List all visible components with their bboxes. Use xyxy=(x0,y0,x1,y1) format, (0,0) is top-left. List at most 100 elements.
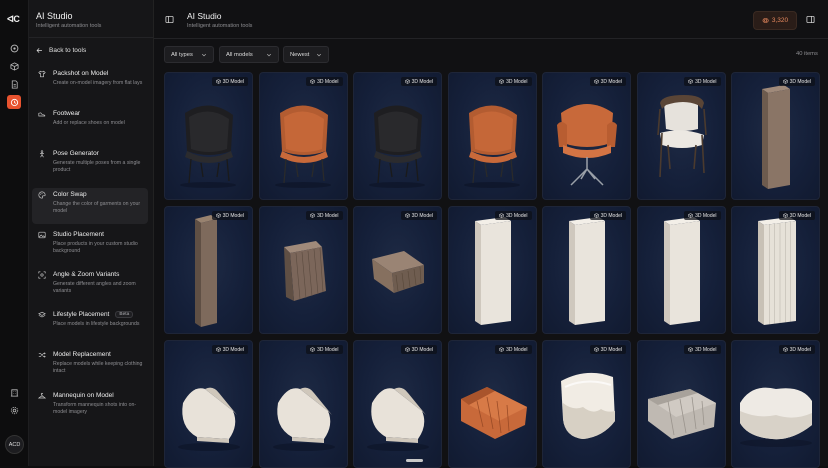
credits-badge[interactable]: 3,320 xyxy=(753,11,797,30)
3d-model-tag: 3D Model xyxy=(306,345,343,354)
cube-icon xyxy=(310,347,315,352)
3d-model-tag: 3D Model xyxy=(778,77,815,86)
tool-item[interactable]: Packshot on Model Create on-model imagery… xyxy=(32,67,148,103)
tool-item[interactable]: Angle & Zoom Variants Generate different … xyxy=(32,268,148,304)
type-filter-dropdown[interactable]: All types xyxy=(164,46,214,63)
3d-model-tag: 3D Model xyxy=(211,345,248,354)
scroll-indicator[interactable] xyxy=(406,459,423,462)
model-card[interactable]: 3D Model xyxy=(542,206,631,334)
product-thumbnail xyxy=(195,215,217,327)
product-thumbnail xyxy=(758,217,796,325)
tool-description: Transform mannequin shots into on-model … xyxy=(53,401,137,415)
models-filter-dropdown[interactable]: All models xyxy=(219,46,279,63)
layers-icon xyxy=(38,311,46,319)
cube-icon xyxy=(310,213,315,218)
tool-item[interactable]: Mannequin on Model Transform mannequin sh… xyxy=(32,389,148,425)
settings-icon[interactable] xyxy=(7,403,21,417)
model-card[interactable]: 3D Model xyxy=(731,72,820,200)
model-card[interactable]: 3D Model xyxy=(731,340,820,468)
product-thumbnail xyxy=(474,217,511,325)
tool-item[interactable]: Pose Generator Generate multiple poses fr… xyxy=(32,147,148,183)
tag-label: 3D Model xyxy=(695,212,717,219)
model-card[interactable]: 3D Model xyxy=(258,340,348,468)
model-card[interactable]: 3D Model xyxy=(258,206,348,334)
panel-right-icon[interactable] xyxy=(806,15,815,24)
cube-icon xyxy=(593,79,599,84)
building-icon[interactable] xyxy=(7,385,21,399)
model-card[interactable]: 3D Model xyxy=(636,72,726,200)
person-icon xyxy=(38,150,46,158)
cube-icon xyxy=(404,347,410,352)
tag-label: 3D Model xyxy=(222,212,244,219)
document-icon[interactable] xyxy=(7,77,21,91)
app-logo[interactable]: ᐊC xyxy=(7,14,20,25)
tag-label: 3D Model xyxy=(317,78,339,85)
model-card[interactable]: 3D Model xyxy=(258,72,348,200)
tool-name: Color Swap xyxy=(53,190,87,198)
tag-label: 3D Model xyxy=(317,212,339,219)
tool-description: Place products in your custom studio bac… xyxy=(53,240,138,254)
tag-label: 3D Model xyxy=(411,78,433,85)
tag-label: 3D Model xyxy=(506,78,528,85)
model-card[interactable]: 3D Model xyxy=(636,340,726,468)
product-thumbnail xyxy=(367,387,429,451)
hanger-icon xyxy=(37,392,47,400)
model-card[interactable]: 3D Model xyxy=(636,206,726,334)
home-icon[interactable] xyxy=(7,41,21,55)
sort-dropdown[interactable]: Newest xyxy=(283,46,329,63)
model-card[interactable]: 3D Model xyxy=(353,340,442,468)
tool-item[interactable]: Lifestyle Placement Beta Place models in l… xyxy=(32,308,148,344)
model-card[interactable]: 3D Model xyxy=(542,72,631,200)
sidebar-toggle-icon[interactable] xyxy=(165,15,174,24)
model-card[interactable]: 3D Model xyxy=(542,340,631,468)
cube-icon xyxy=(782,213,788,218)
tool-item[interactable]: Model Replacement Replace models while ke… xyxy=(32,348,148,384)
model-card[interactable]: 3D Model xyxy=(353,72,442,200)
back-to-tools-link[interactable]: Back to tools xyxy=(36,47,86,54)
user-avatar[interactable]: ACD xyxy=(5,435,24,454)
model-card[interactable]: 3D Model xyxy=(731,206,820,334)
coins-icon xyxy=(762,18,769,23)
tool-item[interactable]: Color Swap Change the color of garments o… xyxy=(32,187,148,224)
tag-label: 3D Model xyxy=(411,346,433,353)
product-thumbnail xyxy=(762,85,790,189)
palette-icon xyxy=(38,191,46,199)
model-card[interactable]: 3D Model xyxy=(164,340,253,468)
type-filter-value: All types xyxy=(171,51,193,58)
cube-icon[interactable] xyxy=(7,59,21,73)
model-card[interactable]: 3D Model xyxy=(164,72,253,200)
chevron-down-icon xyxy=(201,53,207,57)
ai-studio-icon[interactable] xyxy=(7,95,21,109)
model-card[interactable]: 3D Model xyxy=(164,206,253,334)
tool-description: Generate multiple poses from a single pr… xyxy=(53,160,141,174)
product-thumbnail xyxy=(647,389,716,439)
tool-description: Create on-model imagery from flat lays xyxy=(53,80,143,86)
3d-model-tag: 3D Model xyxy=(778,211,815,220)
tool-item[interactable]: Footwear Add or replace shoes on model xyxy=(32,107,148,143)
model-card[interactable]: 3D Model xyxy=(447,340,537,468)
shuffle-icon xyxy=(38,351,46,359)
3d-model-tag: 3D Model xyxy=(400,77,437,86)
tool-item[interactable]: Studio Placement Place products in your c… xyxy=(32,228,148,264)
product-thumbnail xyxy=(369,105,425,188)
product-thumbnail xyxy=(561,372,615,439)
tag-label: 3D Model xyxy=(600,78,622,85)
product-thumbnail xyxy=(557,104,617,186)
3d-model-tag: 3D Model xyxy=(589,345,626,354)
model-card[interactable]: 3D Model xyxy=(447,206,537,334)
tag-label: 3D Model xyxy=(600,346,622,353)
sidebar-title: AI Studio xyxy=(36,11,73,21)
model-card[interactable]: 3D Model xyxy=(353,206,442,334)
beta-badge: Beta xyxy=(115,311,134,319)
3d-model-tag: 3D Model xyxy=(684,345,721,354)
3d-model-tag: 3D Model xyxy=(684,211,721,220)
3d-model-tag: 3D Model xyxy=(684,77,721,86)
3d-model-tag: 3D Model xyxy=(778,345,815,354)
tool-name: Model Replacement xyxy=(53,351,111,359)
cube-icon xyxy=(215,79,221,84)
tool-description: Replace models while keeping clothing in… xyxy=(53,361,143,375)
items-count: 40 items xyxy=(796,51,818,57)
model-card[interactable]: 3D Model xyxy=(447,72,537,200)
cube-icon xyxy=(310,79,315,84)
tag-label: 3D Model xyxy=(411,212,433,219)
